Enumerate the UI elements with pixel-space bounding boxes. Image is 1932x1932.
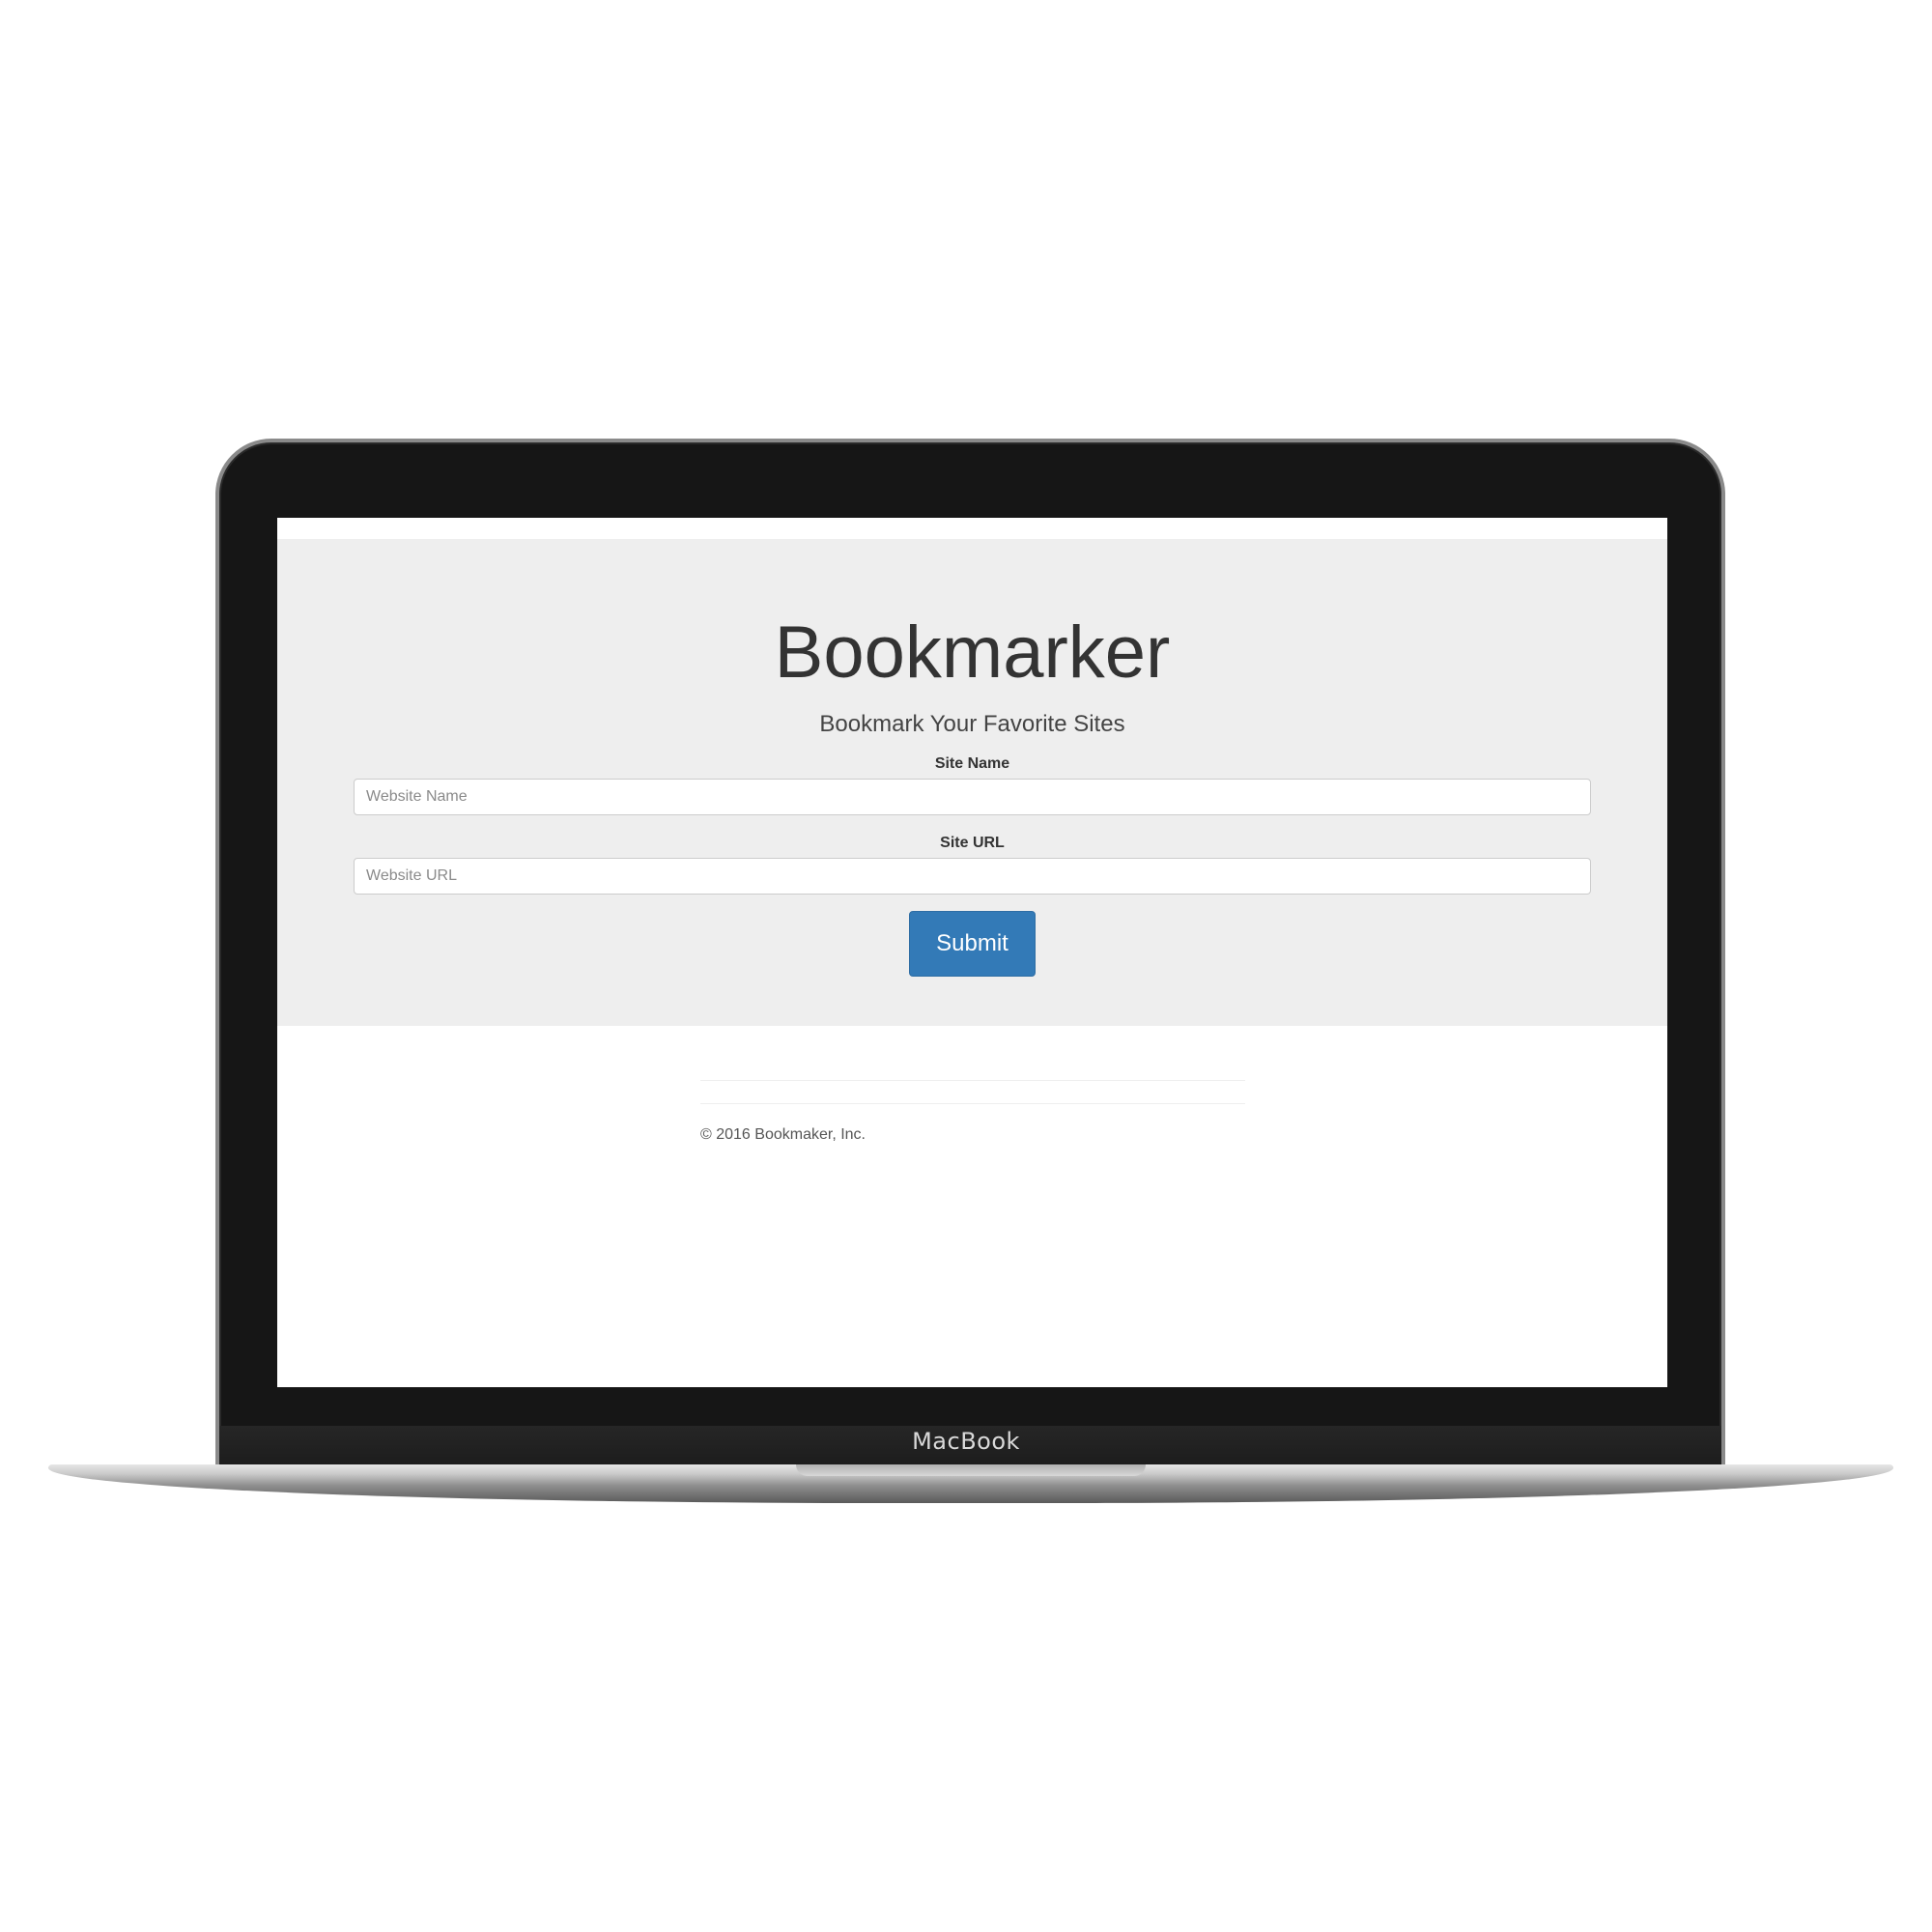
screen: Bookmarker Bookmark Your Favorite Sites … (277, 518, 1667, 1387)
page-top-strip (277, 518, 1667, 539)
site-name-input[interactable] (354, 778, 1591, 815)
site-name-group: Site Name (354, 755, 1591, 815)
laptop-hinge-notch (796, 1464, 1146, 1476)
site-name-label: Site Name (934, 754, 1010, 772)
site-url-group: Site URL (354, 835, 1591, 895)
submit-button[interactable]: Submit (909, 910, 1036, 977)
device-brand-label: MacBook (912, 1428, 1020, 1455)
site-url-input[interactable] (354, 857, 1591, 895)
page-title: Bookmarker (774, 611, 1171, 694)
divider (700, 1103, 1245, 1104)
jumbotron: Bookmarker Bookmark Your Favorite Sites … (277, 539, 1667, 1026)
page-subtitle: Bookmark Your Favorite Sites (819, 710, 1125, 737)
site-url-label: Site URL (940, 834, 1005, 851)
divider (700, 1080, 1245, 1081)
bookmark-form: Site Name Site URL Submit (277, 755, 1667, 977)
copyright-text: © 2016 Bookmaker, Inc. (700, 1126, 866, 1143)
